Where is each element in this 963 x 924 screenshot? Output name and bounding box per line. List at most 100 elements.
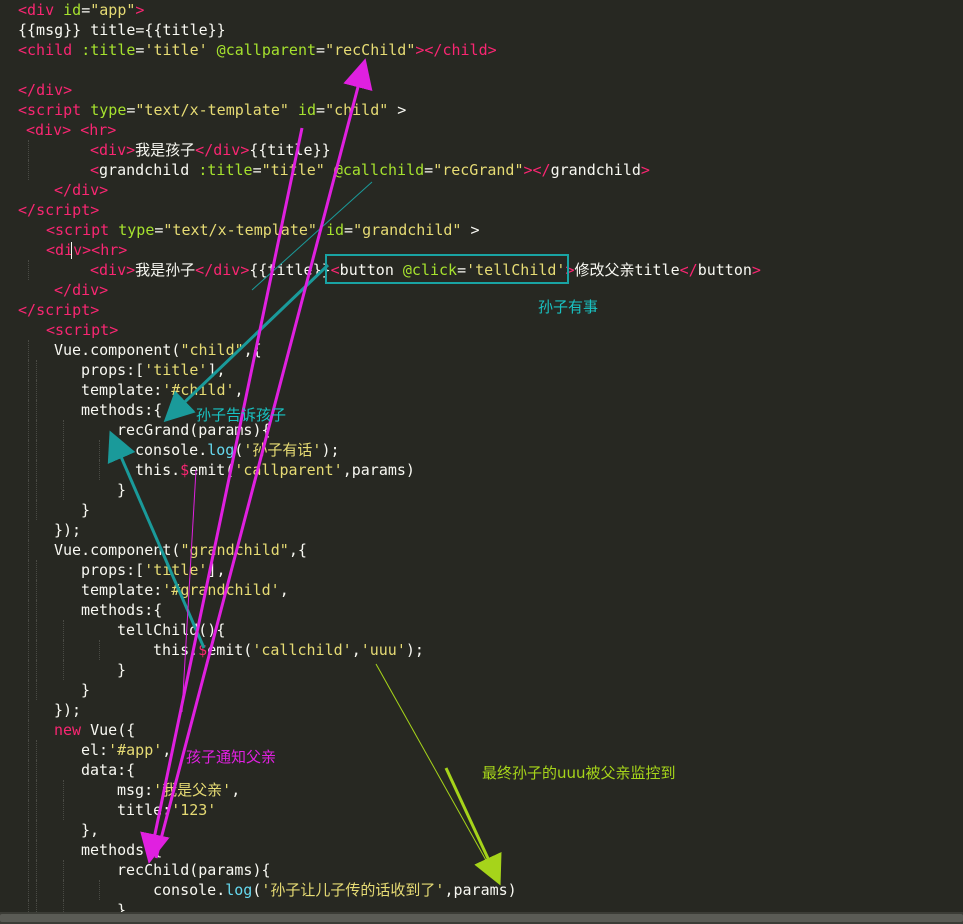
code-line[interactable]: <div id="app"> [0,0,963,20]
code-token: recGrand(params){ [117,421,271,439]
code-line-content: <script type="text/x-template" id="child… [18,100,406,120]
code-line-content: new Vue({ [18,720,135,740]
code-token: < [90,261,100,279]
code-line[interactable]: title:'123' [0,800,963,820]
code-token: > [751,261,761,279]
code-token: $ [198,641,208,659]
code-line[interactable]: <div>我是孙子</div>{{title}}<button @click='… [0,260,963,280]
code-token: = [252,161,262,179]
code-line[interactable]: }); [0,700,963,720]
code-token: 我是孩子 [135,141,196,159]
code-line[interactable] [0,60,963,80]
code-token: button [339,261,394,279]
code-line-content: <div><hr> [18,240,127,260]
code-token: = [424,161,434,179]
code-line[interactable]: <div> <hr> [0,120,963,140]
code-line[interactable]: props:['title'], [0,560,963,580]
code-line[interactable]: }); [0,520,963,540]
code-line-content: } [18,660,126,680]
code-token: > [90,301,100,319]
code-line[interactable]: }, [0,820,963,840]
code-line[interactable]: recGrand(params){ [0,420,963,440]
code-line-content: </div> [18,280,108,300]
code-token: '孙子有话' [243,441,322,459]
code-token: data:{ [81,761,136,779]
code-line[interactable]: methods:{ [0,400,963,420]
code-token: title: [117,801,172,819]
code-token: </ [18,81,37,99]
code-line-content: }); [18,700,81,720]
code-line[interactable]: </div> [0,80,963,100]
code-line[interactable]: } [0,480,963,500]
code-token: 'title' [144,361,208,379]
code-line[interactable]: <div><hr> [0,240,963,260]
horizontal-scrollbar-thumb[interactable] [0,914,963,922]
code-line[interactable]: Vue.component("grandchild",{ [0,540,963,560]
code-line[interactable]: console.log('孙子有话'); [0,440,963,460]
code-line[interactable]: Vue.component("child",{ [0,340,963,360]
code-token: id [54,1,82,19]
code-line[interactable]: data:{ [0,760,963,780]
code-token: </ [195,261,214,279]
code-line[interactable]: } [0,680,963,700]
code-token: '#child' [162,381,235,399]
code-line-content: console.log('孙子让儿子传的话收到了',params) [18,880,517,900]
code-line[interactable]: </script> [0,200,963,220]
code-editor[interactable]: <div id="app"> {{msg}} title={{title}} <ch… [0,0,963,920]
code-line-content: methods:{ [18,840,162,860]
code-line-content: <div> <hr> [18,120,116,140]
code-line[interactable]: } [0,500,963,520]
code-line-content: }); [18,520,81,540]
code-token: < [18,41,28,59]
code-line[interactable]: this.$emit('callchild','uuu'); [0,640,963,660]
code-token: ,params) [444,881,517,899]
code-line-content: Vue.component("grandchild",{ [18,540,307,560]
code-line-content: } [18,500,90,520]
code-line[interactable]: <script type="text/x-template" id="child… [0,100,963,120]
code-line[interactable]: template:'#grandchild', [0,580,963,600]
code-token: 'callparent' [234,461,343,479]
code-line[interactable]: </div> [0,280,963,300]
code-line[interactable]: tellChild(){ [0,620,963,640]
code-line-content: <grandchild :title="title" @callchild="r… [18,160,650,180]
code-line[interactable]: template:'#child', [0,380,963,400]
code-line[interactable]: {{msg}} title={{title}} [0,20,963,40]
code-line[interactable]: methods:{ [0,600,963,620]
code-token: , [351,641,361,659]
code-line[interactable]: msg:'我是父亲', [0,780,963,800]
code-line[interactable]: console.log('孙子让儿子传的话收到了',params) [0,880,963,900]
code-line[interactable]: <child :title='title' @callparent="recCh… [0,40,963,60]
code-token: {{title}} [249,141,331,159]
code-line[interactable]: recChild(params){ [0,860,963,880]
code-token: ); [321,441,340,459]
code-token: < [46,241,56,259]
code-line[interactable]: methods:{ [0,840,963,860]
code-token: script [27,101,82,119]
code-token: div [36,81,64,99]
code-token: < [330,261,340,279]
code-line[interactable]: <script type="text/x-template" id="grand… [0,220,963,240]
code-line[interactable]: </div> [0,180,963,200]
code-line[interactable]: <grandchild :title="title" @callchild="r… [0,160,963,180]
code-token: @click [393,261,458,279]
code-token: > [523,161,533,179]
code-token: "recChild" [325,41,416,59]
code-line[interactable]: <script> [0,320,963,340]
code-token: "text/x-template" [135,101,289,119]
code-line[interactable]: this.$emit('callparent',params) [0,460,963,480]
code-token: , [231,781,241,799]
code-token: this. [153,641,199,659]
code-token: id [288,101,317,119]
code-token: </ [195,141,214,159]
code-line[interactable]: <div>我是孩子</div>{{title}} [0,140,963,160]
code-line[interactable]: new Vue({ [0,720,963,740]
code-line[interactable]: } [0,660,963,680]
code-token: < [46,221,56,239]
code-token: 'title' [144,561,208,579]
code-line[interactable]: el:'#app', [0,740,963,760]
code-line[interactable]: props:['title'], [0,360,963,380]
code-line-content: props:['title'], [18,360,226,380]
code-line-content: msg:'我是父亲', [18,780,240,800]
code-line[interactable]: </script> [0,300,963,320]
